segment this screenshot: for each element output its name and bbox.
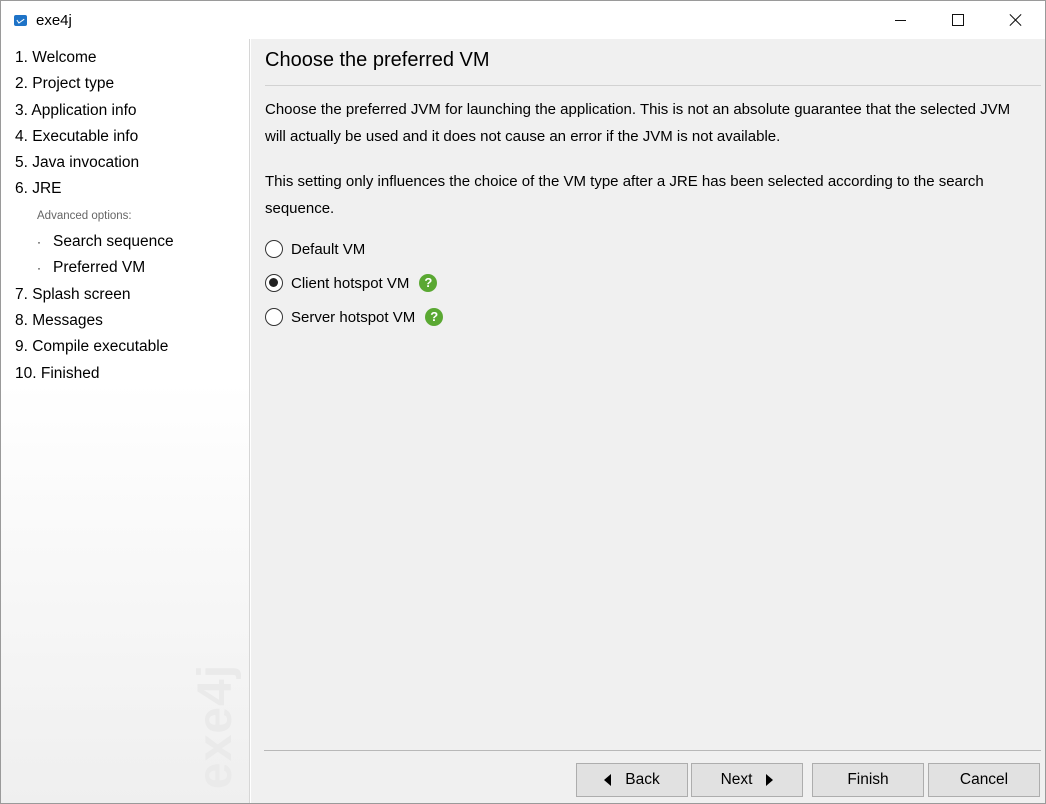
back-button[interactable]: Back [576, 763, 688, 797]
next-button-label: Next [720, 771, 753, 788]
option-server-hotspot-vm[interactable]: Server hotspot VM ? [265, 305, 444, 329]
close-icon [1009, 13, 1023, 27]
window-title: exe4j [36, 11, 72, 29]
minimize-icon [894, 19, 906, 21]
help-icon[interactable]: ? [419, 274, 438, 292]
app-icon [14, 14, 27, 26]
window-controls [871, 1, 1045, 39]
client-hotspot-vm-label[interactable]: Client hotspot VM [291, 275, 409, 292]
step-list: 1. Welcome 2. Project type 3. Applicatio… [15, 47, 174, 389]
description-primary: Choose the preferred JVM for launching t… [265, 101, 1011, 145]
client-hotspot-vm-radio[interactable] [265, 274, 283, 292]
title-bar[interactable]: exe4j [1, 1, 1045, 39]
step-welcome[interactable]: 1. Welcome [15, 47, 174, 73]
step-preferred-vm-label: Preferred VM [53, 259, 146, 277]
page-title: Choose the preferred VM [265, 49, 490, 71]
step-executable-info[interactable]: 4. Executable info [15, 126, 174, 152]
step-splash-screen[interactable]: 7. Splash screen [15, 284, 174, 310]
step-messages[interactable]: 8. Messages [15, 310, 174, 336]
app-window: exe4j 1. Welcome 2. Project type 3. Appl… [0, 0, 1046, 804]
cancel-button[interactable]: Cancel [928, 763, 1040, 797]
step-search-sequence[interactable]: · Search sequence [37, 231, 174, 257]
button-bar-divider [264, 750, 1041, 751]
watermark-text: exe4j [189, 663, 243, 790]
exe4j-watermark-logo: exe4j [186, 659, 246, 794]
wizard-step-sidebar: 1. Welcome 2. Project type 3. Applicatio… [1, 39, 250, 803]
description-secondary: This setting only influences the choice … [265, 173, 984, 217]
default-vm-radio[interactable] [265, 240, 283, 258]
advanced-options-heading: Advanced options: [37, 209, 132, 222]
arrow-left-icon [604, 774, 612, 786]
step-search-sequence-label: Search sequence [53, 233, 174, 251]
close-button[interactable] [987, 1, 1045, 39]
default-vm-label[interactable]: Default VM [291, 241, 365, 258]
step-java-invocation[interactable]: 5. Java invocation [15, 152, 174, 178]
minimize-button[interactable] [871, 1, 929, 39]
title-divider [265, 85, 1041, 86]
finish-button[interactable]: Finish [812, 763, 924, 797]
step-project-type[interactable]: 2. Project type [15, 73, 174, 99]
server-hotspot-vm-label[interactable]: Server hotspot VM [291, 309, 415, 326]
option-client-hotspot-vm[interactable]: Client hotspot VM ? [265, 271, 438, 295]
back-button-label: Back [625, 771, 660, 788]
step-preferred-vm[interactable]: · Preferred VM [37, 257, 174, 283]
step-finished[interactable]: 10. Finished [15, 363, 174, 389]
step-jre[interactable]: 6. JRE [15, 178, 174, 204]
step-application-info[interactable]: 3. Application info [15, 100, 174, 126]
option-default-vm[interactable]: Default VM [265, 237, 365, 261]
main-panel: Choose the preferred VM Choose the prefe… [251, 39, 1045, 803]
next-button[interactable]: Next [691, 763, 803, 797]
step-compile-executable[interactable]: 9. Compile executable [15, 336, 174, 362]
bullet: · [37, 235, 41, 250]
arrow-right-icon [766, 774, 774, 786]
server-hotspot-vm-radio[interactable] [265, 308, 283, 326]
bullet: · [37, 261, 41, 276]
maximize-button[interactable] [929, 1, 987, 39]
help-icon[interactable]: ? [425, 308, 444, 326]
maximize-icon [952, 14, 964, 26]
